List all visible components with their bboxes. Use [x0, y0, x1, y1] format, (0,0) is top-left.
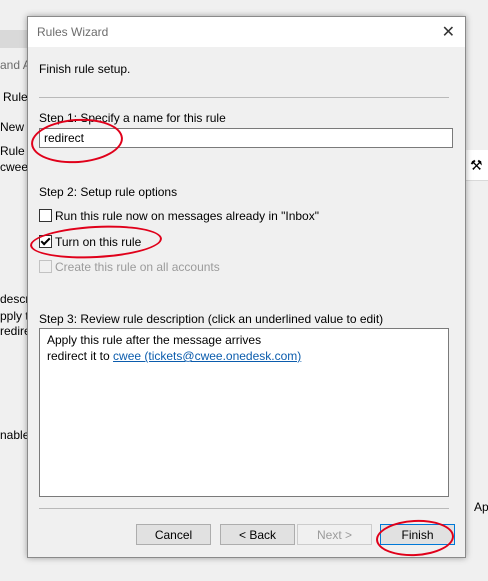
step2-label: Step 2: Setup rule options — [39, 185, 178, 199]
divider — [39, 508, 449, 509]
dialog-title: Rules Wizard — [37, 25, 109, 39]
close-icon[interactable]: ✕ — [442, 22, 455, 42]
description-line: redirect it to cwee (tickets@cwee.onedes… — [47, 349, 301, 363]
background-apply-button[interactable]: Ap — [474, 500, 488, 514]
turn-on-rule-checkbox[interactable] — [39, 235, 52, 248]
step3-label: Step 3: Review rule description (click a… — [39, 312, 384, 326]
next-button[interactable]: Next > — [297, 524, 372, 545]
all-accounts-checkbox[interactable] — [39, 260, 52, 273]
background-header-strip — [0, 30, 27, 48]
tools-icon: ⚒ — [470, 157, 483, 173]
run-now-label[interactable]: Run this rule now on messages already in… — [55, 209, 319, 223]
finish-button[interactable]: Finish — [380, 524, 455, 545]
turn-on-rule-label[interactable]: Turn on this rule — [55, 235, 141, 249]
description-line: Apply this rule after the message arrive… — [47, 333, 262, 347]
cancel-button[interactable]: Cancel — [136, 524, 211, 545]
run-now-checkbox[interactable] — [39, 209, 52, 222]
description-text: redirect it to — [47, 349, 114, 363]
title-bar: Rules Wizard ✕ — [28, 17, 465, 47]
recipient-link[interactable]: cwee (tickets@cwee.onedesk.com) — [113, 349, 301, 363]
rule-name-input[interactable]: redirect — [39, 128, 453, 148]
back-button[interactable]: < Back — [220, 524, 295, 545]
step1-label: Step 1: Specify a name for this rule — [39, 111, 226, 125]
dialog-heading: Finish rule setup. — [39, 62, 131, 76]
rules-wizard-dialog: Rules Wizard ✕ Finish rule setup. Step 1… — [27, 16, 466, 559]
background-text: nable — [0, 428, 30, 442]
background-text: descr — [0, 292, 30, 306]
all-accounts-label: Create this rule on all accounts — [55, 260, 220, 274]
divider — [39, 97, 449, 98]
rule-description-box: Apply this rule after the message arrive… — [39, 328, 449, 497]
